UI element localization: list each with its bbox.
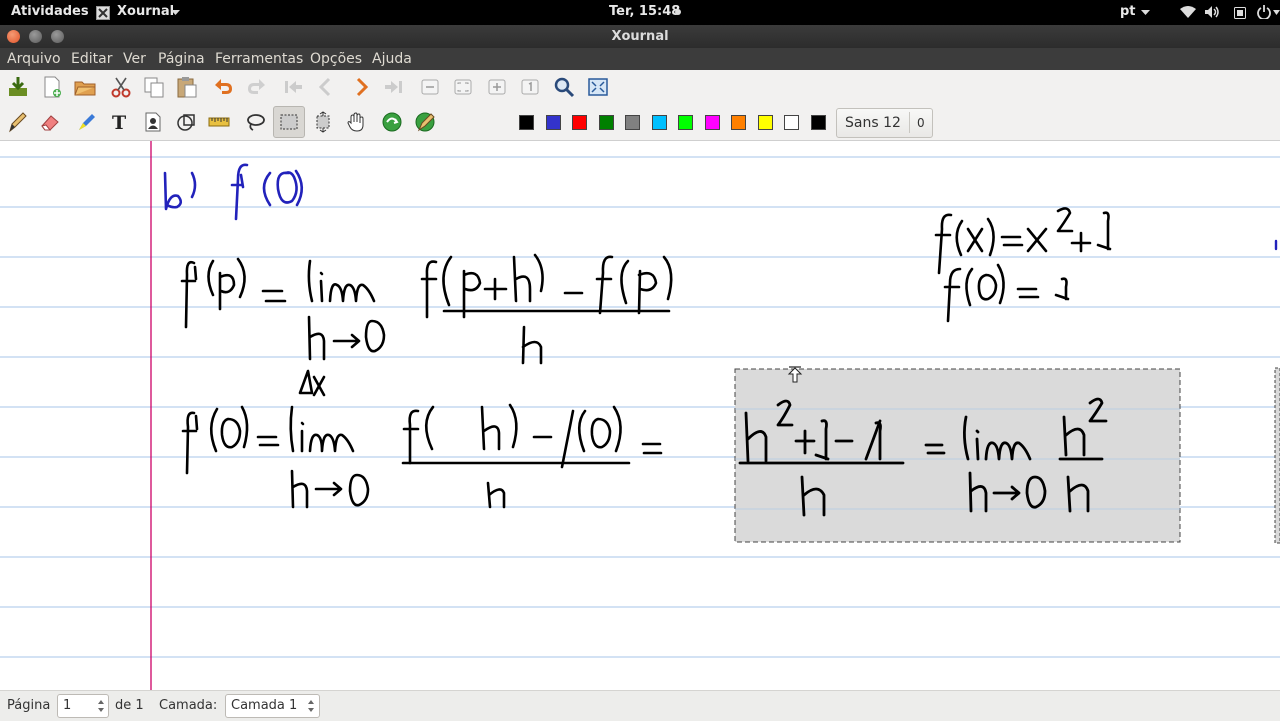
color-swatch[interactable] <box>758 115 773 130</box>
svg-text:T: T <box>112 112 126 133</box>
layer-value: Camada 1 <box>231 698 298 713</box>
power-icon[interactable] <box>1257 5 1271 19</box>
selection-box <box>734 368 1181 543</box>
last-page-icon[interactable] <box>381 74 407 100</box>
next-page-icon[interactable] <box>348 74 374 100</box>
menu-pagina[interactable]: Página <box>158 51 205 67</box>
zoom-out-icon[interactable] <box>417 74 443 100</box>
page-label: Página <box>7 698 51 713</box>
chevron-down-icon <box>1273 10 1280 15</box>
page-of-label: de 1 <box>115 698 144 713</box>
previous-page-icon[interactable] <box>313 74 339 100</box>
color-swatch[interactable] <box>705 115 720 130</box>
new-icon[interactable] <box>39 74 65 100</box>
undo-icon[interactable] <box>210 74 236 100</box>
ink-function-definition <box>934 207 1112 323</box>
tools-toolbar: T <box>0 105 1280 232</box>
text-icon[interactable]: T <box>106 109 132 135</box>
color-swatch[interactable] <box>784 115 799 130</box>
font-separator <box>909 112 910 133</box>
rect-select-icon[interactable] <box>273 106 305 138</box>
battery-icon[interactable] <box>1234 5 1246 19</box>
default-pen-icon[interactable] <box>412 109 438 135</box>
menubar: Arquivo Editar Ver Página Ferramentas Op… <box>0 48 1280 70</box>
color-swatch[interactable] <box>811 115 826 130</box>
top-panel: Atividades Xournal Ter, 15:48 pt <box>0 0 1280 25</box>
page-value: 1 <box>63 698 72 713</box>
highlighter-icon[interactable] <box>73 109 99 135</box>
font-size: 0 <box>917 116 925 130</box>
ruler-icon[interactable] <box>206 109 232 135</box>
color-swatch[interactable] <box>599 115 614 130</box>
app-menu[interactable]: Xournal <box>96 0 186 25</box>
chevron-down-icon <box>171 10 180 15</box>
font-name: Sans 12 <box>845 115 901 131</box>
layer-label: Camada: <box>159 698 218 713</box>
menu-ver[interactable]: Ver <box>123 51 146 67</box>
zoom-fit-icon[interactable] <box>450 74 476 100</box>
wifi-icon[interactable] <box>1180 6 1196 18</box>
copy-icon[interactable] <box>141 74 167 100</box>
volume-icon[interactable] <box>1205 5 1221 19</box>
shape-icon[interactable] <box>173 109 199 135</box>
color-swatch[interactable] <box>731 115 746 130</box>
page-spinner[interactable]: 1 <box>57 694 109 718</box>
ink-heading-b <box>163 163 304 221</box>
window-title: Xournal <box>611 29 669 44</box>
app-menu-label: Xournal <box>117 4 175 19</box>
clock[interactable]: Ter, 15:48 <box>609 4 680 19</box>
language-indicator[interactable]: pt <box>1120 4 1136 19</box>
zoom-normal-icon[interactable] <box>517 74 543 100</box>
color-swatch[interactable] <box>572 115 587 130</box>
xournal-app-icon <box>96 6 110 20</box>
main-toolbar <box>0 70 1280 105</box>
lasso-select-icon[interactable] <box>242 109 268 135</box>
eraser-icon[interactable] <box>37 109 63 135</box>
save-icon[interactable] <box>5 74 31 100</box>
chevron-updown-icon <box>308 700 314 712</box>
menu-ferramentas[interactable]: Ferramentas <box>215 51 303 67</box>
color-swatch[interactable] <box>546 115 561 130</box>
statusbar: Página 1 de 1 Camada: Camada 1 <box>0 690 1280 721</box>
menu-opcoes[interactable]: Opções <box>310 51 362 67</box>
offscreen-selection-edge <box>1274 367 1280 544</box>
pen-icon[interactable] <box>4 109 30 135</box>
vertical-space-icon[interactable] <box>310 109 336 135</box>
fullscreen-icon[interactable] <box>585 74 611 100</box>
image-icon[interactable] <box>140 109 166 135</box>
paste-icon[interactable] <box>174 74 200 100</box>
ink-definition <box>180 253 673 397</box>
zoom-in-icon[interactable] <box>484 74 510 100</box>
font-button[interactable]: Sans 12 0 <box>836 108 933 138</box>
ink-evaluation <box>181 403 663 509</box>
spinner-arrows-icon[interactable] <box>97 699 105 713</box>
menu-ajuda[interactable]: Ajuda <box>372 51 412 67</box>
layer-dropdown[interactable]: Camada 1 <box>225 694 320 718</box>
color-swatch[interactable] <box>519 115 534 130</box>
activities-button[interactable]: Atividades <box>11 4 89 19</box>
cut-icon[interactable] <box>108 74 134 100</box>
lined-paper[interactable] <box>0 141 1280 690</box>
window-titlebar[interactable]: Xournal <box>0 25 1280 48</box>
color-swatch[interactable] <box>652 115 667 130</box>
hand-icon[interactable] <box>343 109 369 135</box>
search-icon[interactable] <box>551 74 577 100</box>
default-tool-icon[interactable] <box>379 109 405 135</box>
page-canvas[interactable] <box>0 141 1280 690</box>
menu-editar[interactable]: Editar <box>71 51 112 67</box>
chevron-down-icon <box>1141 10 1150 15</box>
first-page-icon[interactable] <box>280 74 306 100</box>
notification-dot-icon <box>675 9 681 15</box>
menu-arquivo[interactable]: Arquivo <box>7 51 61 67</box>
redo-icon[interactable] <box>244 74 270 100</box>
open-icon[interactable] <box>72 74 98 100</box>
color-swatch[interactable] <box>678 115 693 130</box>
color-swatch[interactable] <box>625 115 640 130</box>
